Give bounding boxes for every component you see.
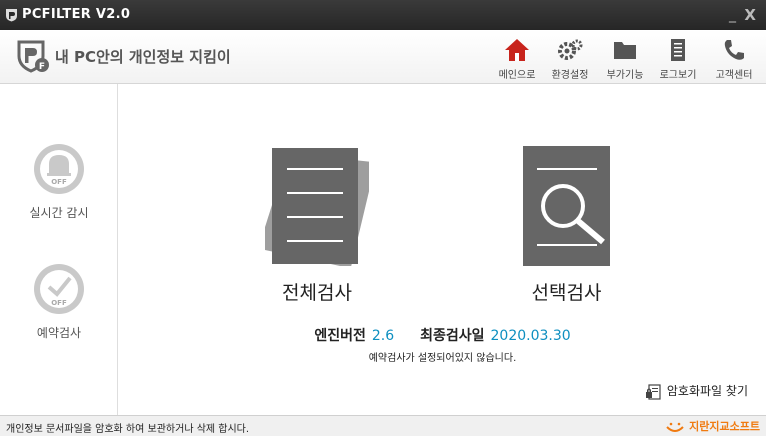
title-bar: PCFILTER V2.0 _ X (0, 0, 766, 30)
company-name: 지란지교소프트 (689, 420, 760, 433)
status-bar: 개인정보 문서파일을 암호화 하여 보관하거나 삭제 합시다. 지란지교소프트 (0, 415, 766, 436)
shield-brand-icon: F (17, 40, 49, 73)
realtime-monitor-label: 실시간 감시 (29, 206, 89, 220)
sidebar: OFF 실시간 감시 OFF 예약검사 (0, 84, 118, 415)
engine-version-value: 2.6 (371, 328, 395, 344)
home-icon (505, 39, 529, 61)
window-title: PCFILTER V2.0 (22, 7, 131, 22)
nav-home-label: 메인으로 (498, 70, 536, 81)
brand-slogan: 내 PC안의 개인정보 지킴이 (55, 48, 231, 66)
full-scan-label: 전체검사 (282, 282, 352, 304)
svg-text:F: F (39, 62, 45, 72)
engine-info: 엔진버전 2.6 최종검사일 2020.03.30 (119, 325, 766, 345)
find-encrypted-file-label: 암호화파일 찾기 (666, 384, 748, 398)
last-scan-label: 최종검사일 (420, 328, 485, 344)
locked-file-icon (645, 383, 661, 400)
realtime-status-text: OFF (51, 178, 67, 186)
settings-icon (558, 39, 583, 60)
full-scan-button[interactable]: 전체검사 (258, 146, 376, 305)
smile-logo-icon (666, 422, 684, 432)
select-scan-label: 선택검사 (531, 282, 602, 304)
nav-addons-label: 부가기능 (606, 70, 644, 81)
bell-icon: OFF (34, 144, 84, 194)
select-scan-button[interactable]: 선택검사 (519, 146, 614, 305)
scheduled-scan-button[interactable]: OFF 예약검사 (0, 262, 118, 341)
engine-version-label: 엔진버전 (314, 328, 366, 344)
close-button[interactable]: X (744, 6, 756, 24)
folder-icon (614, 42, 636, 59)
document-icon (258, 148, 376, 269)
nav-settings-button[interactable]: 환경설정 (546, 38, 594, 81)
scheduled-status-text: OFF (51, 299, 67, 307)
nav-log-button[interactable]: 로그보기 (654, 38, 702, 81)
realtime-monitor-button[interactable]: OFF 실시간 감시 (0, 142, 118, 221)
nav-support-label: 고객센터 (715, 70, 753, 81)
header-bar: F 내 PC안의 개인정보 지킴이 메인으로 환경설정 부가기능 로그보기 고객… (0, 30, 766, 84)
nav-addons-button[interactable]: 부가기능 (601, 38, 649, 81)
main-panel: 전체검사 선택검사 엔진버전 2.6 최종검사일 2020.03.30 예약검사가 설… (119, 84, 766, 415)
nav-support-button[interactable]: 고객센터 (710, 38, 758, 81)
clock-icon: OFF (34, 264, 84, 314)
phone-icon (724, 40, 744, 60)
scheduled-scan-label: 예약검사 (36, 326, 82, 340)
schedule-notice: 예약검사가 설정되어있지 않습니다. (368, 353, 517, 364)
last-scan-date: 2020.03.30 (490, 328, 571, 344)
nav-home-button[interactable]: 메인으로 (493, 38, 541, 81)
nav-settings-label: 환경설정 (551, 70, 589, 81)
log-icon (671, 39, 685, 61)
company-brand: 지란지교소프트 (665, 418, 760, 434)
status-message: 개인정보 문서파일을 암호화 하여 보관하거나 삭제 합시다. (6, 424, 250, 435)
minimize-button[interactable]: _ (729, 7, 736, 23)
nav-log-label: 로그보기 (659, 70, 697, 81)
find-encrypted-file-button[interactable]: 암호화파일 찾기 (645, 382, 748, 400)
magnifier-document-icon (523, 146, 610, 266)
app-logo-icon (6, 9, 17, 22)
